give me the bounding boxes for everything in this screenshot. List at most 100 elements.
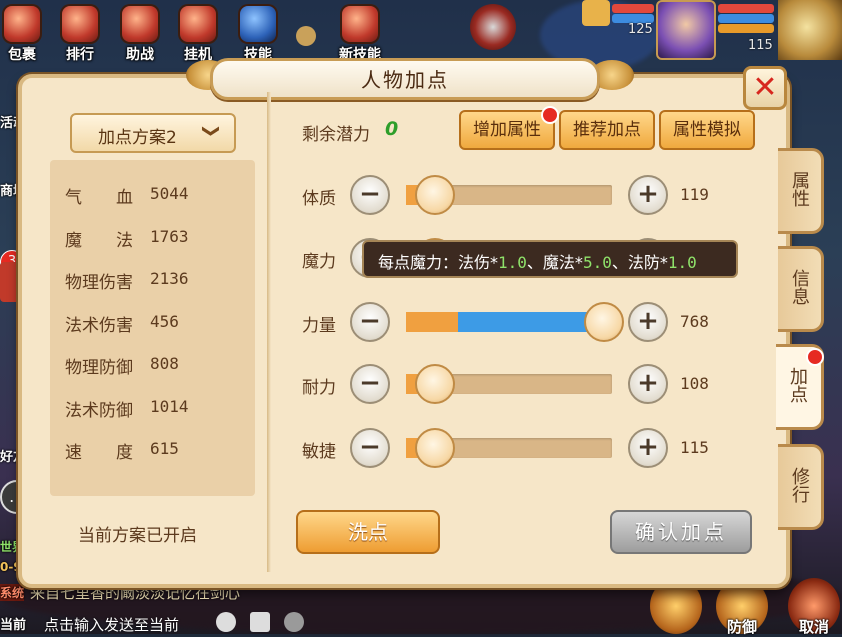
assist-icon — [122, 6, 158, 42]
tooltip-mana-text: 、魔法* — [526, 253, 583, 272]
pet-level: 125 — [628, 22, 653, 37]
player-anger-bar — [718, 24, 774, 33]
attr-agility-minus-button[interactable]: − — [350, 428, 390, 468]
minus-icon: − — [359, 179, 381, 209]
plan-selector-label: 加点方案2 — [98, 128, 177, 148]
new-skill-button[interactable]: 新技能 — [330, 4, 390, 63]
top-toolbar: 包裹 排行 助战 挂机 技能 新技能 125 115 — [0, 0, 842, 63]
compass-icon[interactable] — [470, 4, 516, 50]
tooltip-spell-defense-value: 1.0 — [667, 253, 697, 272]
chat-input[interactable]: 点击输入发送至当前 — [44, 614, 179, 635]
slider-handle[interactable] — [583, 302, 624, 342]
idle-button[interactable]: 挂机 — [172, 4, 224, 63]
collapse-arrow-icon[interactable] — [296, 26, 316, 46]
stat-value: 2136 — [150, 269, 189, 288]
attr-strength-plus-button[interactable]: + — [628, 302, 668, 342]
stat-value: 615 — [150, 439, 179, 458]
attr-endurance-plus-button[interactable]: + — [628, 364, 668, 404]
stat-name: 法术防御 — [65, 401, 133, 421]
emoji-icon[interactable] — [216, 612, 236, 632]
tab-label: 加点 — [787, 367, 808, 403]
attr-constitution-value: 119 — [680, 185, 709, 204]
stat-name: 速 度 — [65, 443, 133, 463]
close-icon: ✕ — [752, 70, 778, 105]
panel-divider — [267, 92, 271, 572]
tab-label: 信息 — [789, 269, 810, 305]
bag-label: 包裹 — [8, 47, 36, 63]
player-hp-bar — [718, 4, 774, 13]
plan-selector[interactable]: 加点方案2 ❯ — [70, 113, 236, 153]
minus-icon: − — [359, 368, 381, 398]
plan-status-text: 当前方案已开启 — [78, 526, 197, 546]
tab-attributes[interactable]: 属性 — [778, 148, 824, 234]
assist-button[interactable]: 助战 — [114, 4, 166, 63]
tooltip-mana-value: 5.0 — [582, 253, 612, 272]
player-level: 115 — [748, 38, 773, 53]
attr-agility-value: 115 — [680, 438, 709, 457]
tab-info[interactable]: 信息 — [778, 246, 824, 332]
current-channel-label[interactable]: 当前 — [0, 614, 26, 633]
attr-constitution-minus-button[interactable]: − — [350, 175, 390, 215]
stat-value: 5044 — [150, 184, 189, 203]
reset-points-button[interactable]: 洗点 — [296, 510, 440, 554]
attr-strength-slider[interactable] — [406, 312, 612, 332]
stat-name: 法术伤害 — [65, 316, 133, 336]
ranking-button[interactable]: 排行 — [54, 4, 106, 63]
slider-handle[interactable] — [414, 428, 455, 468]
plus-icon: + — [637, 368, 659, 398]
ranking-label: 排行 — [66, 47, 94, 63]
skills-button[interactable]: 技能 — [232, 4, 284, 63]
plus-icon: + — [637, 179, 659, 209]
skillbook-icon — [240, 6, 276, 42]
bag-button[interactable]: 包裹 — [0, 4, 48, 63]
bag-icon — [4, 6, 40, 42]
pet-hp-bar — [612, 4, 654, 13]
tab-cultivation[interactable]: 修行 — [778, 444, 824, 530]
treasure-icon[interactable] — [582, 0, 610, 26]
simulate-attribute-button[interactable]: 属性模拟 — [659, 110, 755, 150]
potential-value: 0 — [385, 118, 399, 140]
stat-value: 1763 — [150, 227, 189, 246]
ranking-icon — [62, 6, 98, 42]
slider-handle[interactable] — [414, 364, 455, 404]
confirm-points-button[interactable]: 确认加点 — [610, 510, 752, 554]
attr-strength-minus-button[interactable]: − — [350, 302, 390, 342]
new-skill-icon — [342, 6, 378, 42]
attr-endurance-label: 耐力 — [302, 378, 336, 398]
chevron-down-icon: ❯ — [201, 123, 222, 139]
settings-gear-icon[interactable] — [284, 612, 304, 632]
slider-handle[interactable] — [414, 175, 455, 215]
player-portrait[interactable] — [656, 0, 716, 60]
attr-strength-value: 768 — [680, 312, 709, 331]
recommend-points-button[interactable]: 推荐加点 — [559, 110, 655, 150]
tab-new-indicator-dot — [806, 348, 824, 366]
close-button[interactable]: ✕ — [743, 66, 787, 110]
dialog-title: 人物加点 — [361, 68, 449, 92]
idle-icon — [180, 6, 216, 42]
new-indicator-dot — [541, 106, 559, 124]
tab-label: 属性 — [789, 171, 810, 207]
stat-name: 气 血 — [65, 188, 133, 208]
cancel-button[interactable]: 取消 — [788, 578, 840, 636]
attr-agility-plus-button[interactable]: + — [628, 428, 668, 468]
stat-name: 物理防御 — [65, 358, 133, 378]
stat-value: 1014 — [150, 397, 189, 416]
attr-endurance-minus-button[interactable]: − — [350, 364, 390, 404]
summon-portrait[interactable] — [778, 0, 842, 60]
assist-label: 助战 — [126, 47, 154, 63]
magic-tooltip: 每点魔力：法伤*1.0、魔法*5.0、法防*1.0 — [362, 240, 738, 278]
player-mp-bar — [718, 14, 774, 23]
slider-base-fill — [406, 312, 458, 332]
potential-label: 剩余潜力 — [302, 125, 370, 145]
attr-constitution-plus-button[interactable]: + — [628, 175, 668, 215]
send-icon[interactable] — [250, 612, 270, 632]
tooltip-spell-defense-text: 、法防* — [611, 253, 668, 272]
stat-value: 808 — [150, 354, 179, 373]
attr-agility-label: 敏捷 — [302, 442, 336, 462]
plus-icon: + — [637, 432, 659, 462]
tooltip-prefix: 每点魔力：法伤* — [378, 253, 499, 272]
attr-constitution-label: 体质 — [302, 189, 336, 209]
tab-label: 修行 — [789, 467, 810, 503]
minus-icon: − — [359, 306, 381, 336]
attr-endurance-value: 108 — [680, 374, 709, 393]
